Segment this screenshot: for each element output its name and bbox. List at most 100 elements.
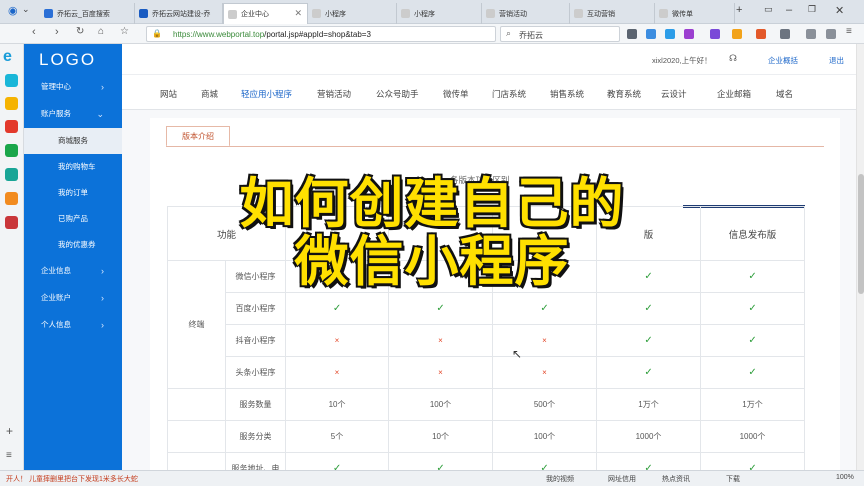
settings-gear-icon[interactable]	[806, 29, 816, 39]
download-button[interactable]: 下载	[726, 474, 740, 484]
group-empty	[167, 388, 226, 421]
bookmark-star-icon[interactable]: ☆	[120, 26, 129, 37]
status-bar: 开人！ 儿童摔删里把台下发现1米多长大蛇 我的视频 网址信用 热点资讯 下载 1…	[0, 470, 864, 486]
table-row: 服务分类 5个 10个 100个 1000个 1000个	[167, 420, 806, 453]
browser-tab[interactable]: 乔拓云_百度搜索	[40, 3, 135, 24]
mouse-cursor-icon: ↖	[512, 347, 523, 361]
browser-tab[interactable]: 互动营销	[570, 3, 655, 24]
sidebar-menu-icon[interactable]: ≡	[6, 450, 12, 461]
table-cell: ✓	[596, 260, 702, 293]
headset-icon[interactable]: ☊	[729, 53, 737, 64]
sidebar-app-icon[interactable]	[5, 216, 18, 229]
page-scrollbar[interactable]	[856, 44, 864, 470]
nav-tab[interactable]: 门店系统	[492, 88, 526, 100]
cell-value: 100个	[533, 432, 556, 441]
extension-icon[interactable]	[826, 29, 836, 39]
forward-button[interactable]: ›	[55, 26, 59, 38]
menu-personal-info[interactable]: 个人信息 ›	[24, 312, 122, 338]
logout-link[interactable]: 退出	[829, 55, 844, 66]
menu-label: 管理中心	[41, 82, 71, 91]
sidebar-app-icon[interactable]	[5, 74, 18, 87]
extension-icon[interactable]	[665, 29, 675, 39]
home-button[interactable]: ⌂	[98, 26, 104, 37]
hot-news-button[interactable]: 热点资讯	[662, 474, 690, 484]
nav-tab[interactable]: 营销活动	[317, 88, 351, 100]
table-cell	[285, 260, 390, 293]
extension-icon[interactable]	[756, 29, 766, 39]
weibo-icon[interactable]	[5, 120, 18, 133]
reload-button[interactable]: ↻	[76, 26, 84, 37]
tab-list-chevron-icon[interactable]: ⌄	[22, 4, 30, 15]
nav-tab[interactable]: 轻应用小程序	[241, 88, 292, 100]
table-cell: 1000个	[700, 420, 806, 453]
browser-tab[interactable]: 企业中心 ✕	[223, 3, 308, 24]
browser-tab-bar: ◉ ⌄ 乔拓云_百度搜索 乔拓云网站建设-乔 企业中心 ✕ 小程序 小程序 营销活动 互动营销…	[0, 0, 864, 24]
nav-tab[interactable]: 企业邮箱	[717, 88, 751, 100]
extension-icon[interactable]	[780, 29, 790, 39]
extension-icon[interactable]	[710, 29, 720, 39]
cell-value: ×	[438, 368, 443, 377]
submenu-coupons[interactable]: 我的优惠券	[24, 232, 122, 258]
ie-logo-icon[interactable]: e	[3, 48, 12, 66]
company-overview-link[interactable]: 企业概括	[768, 55, 798, 66]
table-row: 百度小程序 ✓ ✓ ✓ ✓ ✓	[168, 292, 806, 325]
submenu-purchased[interactable]: 已购产品	[24, 206, 122, 232]
product-nav-tabs: 网站 商城 轻应用小程序 营销活动 公众号助手 微传单 门店系统 销售系统 教育系统 云设计 企业邮…	[122, 74, 856, 110]
tab-version-intro[interactable]: 版本介绍	[166, 126, 230, 147]
scrollbar-thumb[interactable]	[858, 174, 864, 294]
submenu-mall-service[interactable]: 商城服务	[24, 128, 122, 154]
url-credit-button[interactable]: 网址信用	[608, 474, 636, 484]
favorites-star-icon[interactable]	[5, 97, 18, 110]
nav-tab[interactable]: 微传单	[443, 88, 469, 100]
nav-tab[interactable]: 网站	[160, 88, 177, 100]
maximize-button[interactable]: ❐	[808, 4, 816, 15]
browser-tab[interactable]: 乔拓云网站建设-乔	[135, 3, 223, 24]
close-tab-icon[interactable]: ✕	[294, 8, 302, 19]
extension-icon[interactable]	[684, 29, 694, 39]
browser-tab[interactable]: 微传单	[655, 3, 735, 24]
menu-company-info[interactable]: 企业信息 ›	[24, 258, 122, 284]
add-sidebar-icon[interactable]: +	[6, 424, 13, 438]
menu-management-center[interactable]: 管理中心 ›	[24, 74, 122, 100]
sidebar-app-icon[interactable]	[5, 144, 18, 157]
row-label: 百度小程序	[224, 292, 287, 325]
nav-tab[interactable]: 云设计	[661, 88, 687, 100]
cell-value: ✓	[748, 303, 757, 314]
close-window-button[interactable]: ✕	[835, 4, 844, 17]
my-video-button[interactable]: 我的视频	[546, 474, 574, 484]
search-box[interactable]: ⌕ 乔拓云	[500, 26, 620, 42]
cloud-icon[interactable]	[5, 168, 18, 181]
address-bar[interactable]: 🔒 https://www.webportal.top/portal.jsp#a…	[146, 26, 496, 42]
browser-tab[interactable]: 小程序	[397, 3, 482, 24]
tab-favicon-icon	[401, 9, 410, 18]
news-ticker[interactable]: 开人！ 儿童摔删里把台下发现1米多长大蛇	[6, 474, 138, 484]
nav-tab[interactable]: 教育系统	[607, 88, 641, 100]
chevron-right-icon: ›	[101, 293, 104, 303]
nav-tab[interactable]: 销售系统	[550, 88, 584, 100]
address-url[interactable]: https://www.webportal.top/portal.jsp#app…	[173, 30, 371, 39]
new-tab-button[interactable]: +	[736, 4, 742, 16]
nav-tab[interactable]: 公众号助手	[376, 88, 419, 100]
zoom-level[interactable]: 100%	[836, 474, 854, 481]
game-icon[interactable]	[5, 192, 18, 205]
version-comparison-table: 功能版信息发布版 终端 微信小程序 ✓ ✓ 百度小程序 ✓ ✓ ✓ ✓ ✓ 抖音小程序 × × × ✓ ✓ 头条小…	[166, 206, 806, 485]
browser-tab[interactable]: 营销活动	[482, 3, 570, 24]
tab-favicon-icon	[486, 9, 495, 18]
minimize-button[interactable]: –	[786, 4, 792, 16]
cell-value: ×	[438, 336, 443, 345]
menu-icon[interactable]: ≡	[846, 26, 852, 37]
nav-tab[interactable]: 商城	[201, 88, 218, 100]
search-query[interactable]: 乔拓云	[519, 30, 543, 41]
nav-tab[interactable]: 域名	[776, 88, 793, 100]
extension-icon[interactable]	[646, 29, 656, 39]
extension-icon[interactable]	[732, 29, 742, 39]
extension-icon[interactable]	[627, 29, 637, 39]
submenu-cart[interactable]: 我的购物车	[24, 154, 122, 180]
window-menu-icon[interactable]: ▭	[764, 4, 773, 15]
cell-value: 100个	[429, 400, 452, 409]
menu-account-service[interactable]: 账户服务 ⌄	[24, 101, 122, 127]
back-button[interactable]: ‹	[32, 26, 36, 38]
browser-tab[interactable]: 小程序	[308, 3, 397, 24]
submenu-orders[interactable]: 我的订单	[24, 180, 122, 206]
menu-company-account[interactable]: 企业账户 ›	[24, 285, 122, 311]
